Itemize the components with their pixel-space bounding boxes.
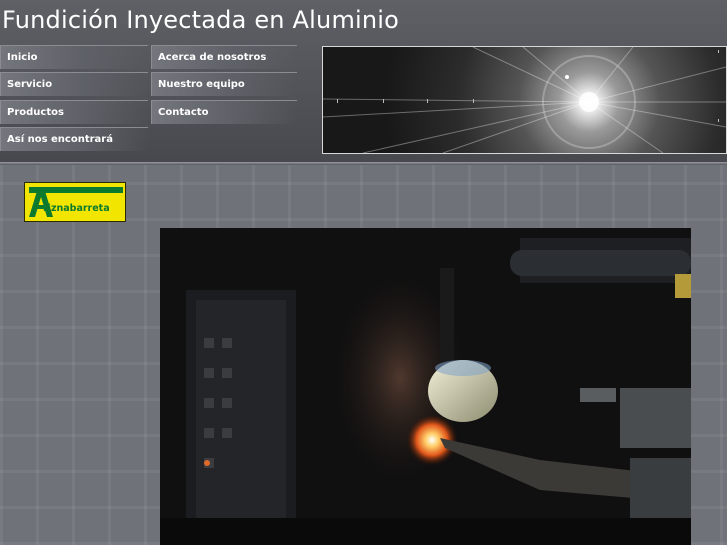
site-header: Fundición Inyectada en Aluminio Inicio S… [0, 0, 727, 165]
nav-contacto[interactable]: Contacto [151, 100, 297, 124]
nav-servicio[interactable]: Servicio [0, 72, 148, 96]
nav-productos[interactable]: Productos [0, 100, 148, 124]
banner-image [322, 46, 727, 154]
foundry-photo [160, 228, 691, 545]
light-burst-graphic [323, 47, 726, 153]
foundry-scene-graphic [160, 228, 691, 545]
logo-text: riznabarreta [43, 203, 110, 214]
nav-inicio[interactable]: Inicio [0, 45, 148, 69]
site-title: Fundición Inyectada en Aluminio [2, 6, 400, 34]
nav-asi-nos-encontrara[interactable]: Así nos encontrará [0, 127, 148, 151]
nav-acerca-de-nosotros[interactable]: Acerca de nosotros [151, 45, 297, 69]
company-logo[interactable]: riznabarreta [24, 182, 126, 222]
nav-nuestro-equipo[interactable]: Nuestro equipo [151, 72, 297, 96]
